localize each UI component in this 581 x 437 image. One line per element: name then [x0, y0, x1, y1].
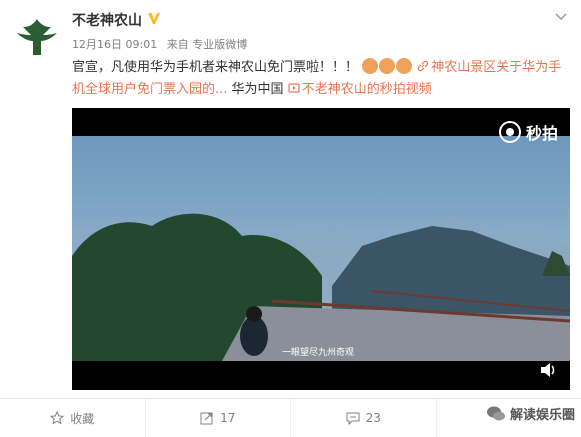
camera-icon: [498, 121, 521, 143]
emoji-icon: [379, 58, 396, 74]
mention-text[interactable]: 华为中国: [232, 82, 284, 97]
wechat-icon: [486, 406, 505, 420]
post-source[interactable]: 来自 专业版微博: [167, 38, 248, 51]
comment-icon: [346, 412, 360, 425]
video-link-icon: [288, 83, 300, 93]
miaopai-logo: 秒拍: [498, 120, 558, 144]
emoji-icon: [396, 58, 413, 74]
volume-icon[interactable]: [540, 362, 558, 378]
favorite-label: 收藏: [70, 411, 95, 426]
favorite-button[interactable]: 收藏: [0, 399, 146, 437]
video-link[interactable]: 不老神农山的秒拍视频: [288, 82, 432, 97]
verified-icon: [148, 13, 160, 24]
link-icon: [418, 60, 429, 72]
video-subtitle: 一眼望尽九州奇观: [282, 348, 355, 358]
avatar[interactable]: [12, 12, 62, 62]
post-text: 官宣，凡使用华为手机者来神农山免门票啦！！！ 神农山景区关于华为手机全球用户免门…: [72, 57, 572, 101]
post-meta: 12月16日 09:01 来自 专业版微博: [72, 36, 253, 52]
comment-button[interactable]: 23: [291, 399, 437, 437]
comment-count: 23: [365, 411, 381, 425]
watermark-text: 解读娱乐圈: [509, 408, 575, 423]
emoji-icon: [362, 58, 379, 74]
post-date[interactable]: 12月16日 09:01: [72, 38, 157, 51]
video-frame: [72, 136, 570, 361]
video-link-text[interactable]: 不老神农山的秒拍视频: [302, 82, 432, 97]
chevron-down-icon[interactable]: [553, 8, 569, 24]
repost-icon: [200, 412, 213, 425]
logo-icon: [17, 19, 57, 55]
video-player[interactable]: 秒拍 一眼望尽九州奇观: [72, 108, 570, 390]
repost-button[interactable]: 17: [146, 399, 291, 437]
post-text-main: 官宣，凡使用华为手机者来神农山免门票啦！！！: [72, 60, 359, 75]
star-icon: [50, 411, 65, 425]
watermark: 解读娱乐圈: [486, 404, 575, 423]
repost-count: 17: [220, 411, 236, 425]
miaopai-brand: 秒拍: [525, 124, 558, 143]
username[interactable]: 不老神农山: [72, 10, 142, 30]
